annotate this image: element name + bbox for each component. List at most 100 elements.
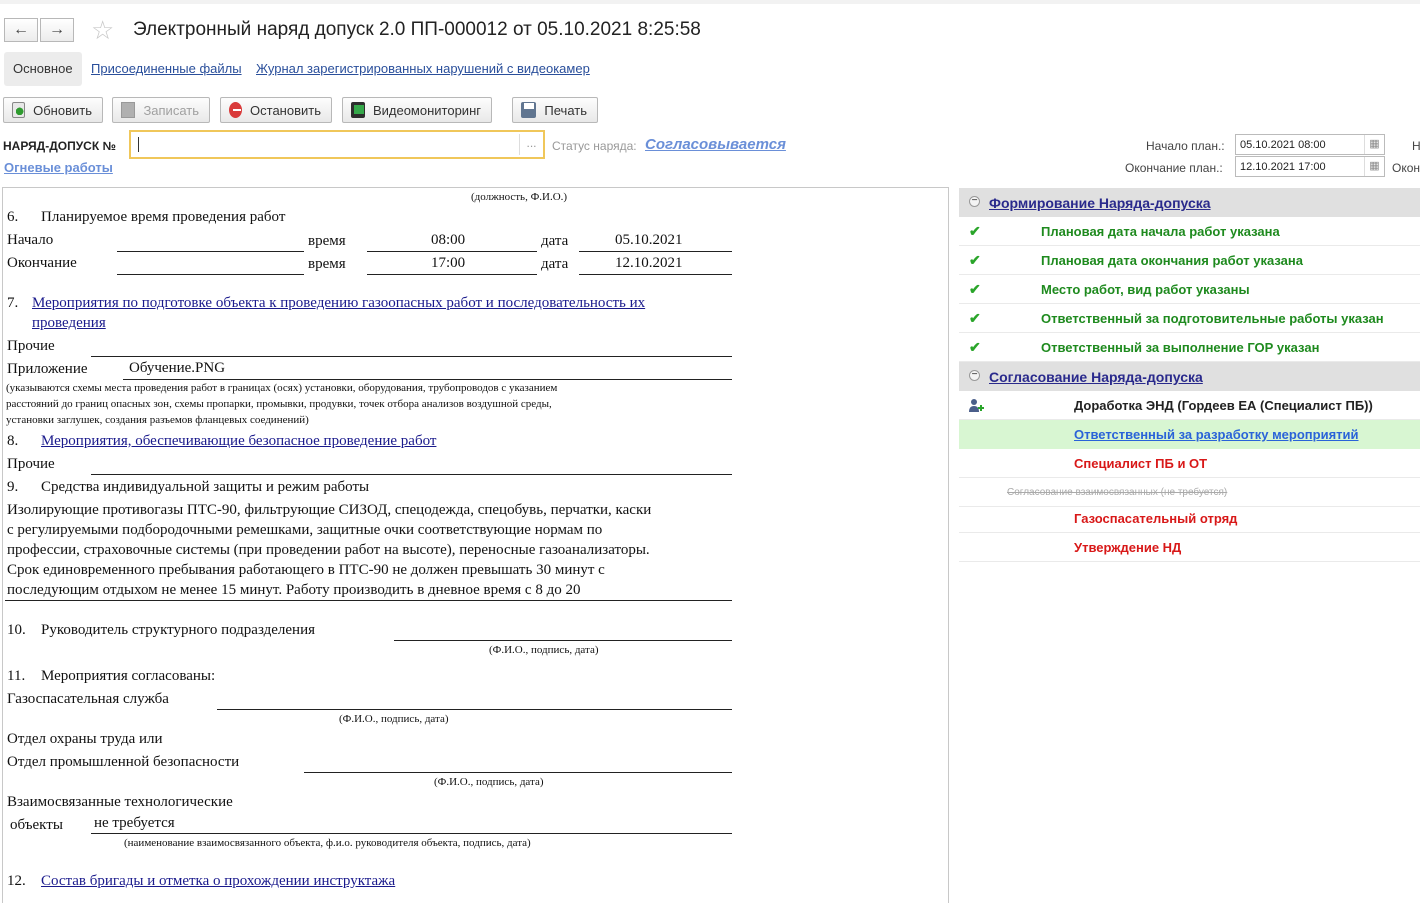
- step-responsible[interactable]: Ответственный за разработку мероприятий: [959, 420, 1420, 449]
- step-related-skipped: Согласование взаимосвязанных (не требует…: [959, 478, 1420, 507]
- workflow-panel: − Формирование Наряда-допуска ✔ Плановая…: [959, 187, 1420, 903]
- save-label: Записать: [143, 102, 199, 118]
- stop-icon: [229, 102, 243, 118]
- end-time-value: 17:00: [431, 255, 466, 271]
- arrow-left-icon: ←: [13, 21, 29, 38]
- print-label: Печать: [544, 102, 587, 118]
- permit-number-input[interactable]: ...: [129, 130, 545, 159]
- step-gas-rescue[interactable]: Газоспасательный отряд: [959, 504, 1420, 533]
- permit-document[interactable]: (должность, Ф.И.О.) 6. Планируемое время…: [2, 187, 949, 903]
- other-line-2: [91, 474, 732, 475]
- video-monitoring-button[interactable]: Видеомониторинг: [342, 97, 492, 123]
- other-label-2: Прочие: [7, 456, 55, 472]
- collapse-icon[interactable]: −: [969, 196, 980, 207]
- start-time-label: время: [308, 233, 346, 249]
- cut-label-1: Н: [1412, 139, 1420, 153]
- ppe-line-5: последующим отдыхом не менее 15 минут. Р…: [7, 582, 581, 598]
- status-value-link[interactable]: Согласовывается: [645, 136, 786, 153]
- select-button[interactable]: ...: [519, 134, 543, 155]
- end-time-label: время: [308, 256, 346, 272]
- calendar-icon[interactable]: ▦: [1364, 135, 1384, 154]
- group-approval[interactable]: − Согласование Наряда-допуска: [959, 362, 1420, 391]
- step-revision[interactable]: Доработка ЭНД (Гордеев ЕА (Специалист ПБ…: [959, 391, 1420, 420]
- step-gas-rescue-label: Газоспасательный отряд: [1074, 511, 1238, 526]
- group-approval-title[interactable]: Согласование Наряда-допуска: [989, 369, 1203, 385]
- title-bar: ← → ☆ Электронный наряд допуск 2.0 ПП-00…: [0, 10, 1420, 48]
- check-item: ✔ Ответственный за подготовительные рабо…: [959, 304, 1420, 333]
- fio-caption-labor: (Ф.И.О., подпись, дата): [434, 776, 544, 788]
- back-button[interactable]: ←: [4, 18, 38, 42]
- toolbar: Обновить Записать Остановить Видеомонито…: [0, 97, 1420, 123]
- ppe-line-4: Срок единовременного пребывания работающ…: [7, 562, 605, 578]
- video-icon: [351, 102, 365, 118]
- tab-violations-journal[interactable]: Журнал зарегистрированных нарушений с ви…: [256, 52, 590, 86]
- work-type-link[interactable]: Огневые работы: [4, 160, 113, 175]
- section-10-title: Руководитель структурного подразделения: [41, 622, 315, 638]
- section-9-title: Средства индивидуальной защиты и режим р…: [41, 479, 370, 495]
- related-objects-value: не требуется: [94, 815, 175, 831]
- step-responsible-link[interactable]: Ответственный за разработку мероприятий: [1074, 427, 1359, 442]
- fio-caption-10: (Ф.И.О., подпись, дата): [489, 644, 599, 656]
- gas-rescue-label: Газоспасательная служба: [7, 691, 169, 707]
- refresh-icon: [12, 102, 26, 118]
- group-formation[interactable]: − Формирование Наряда-допуска: [959, 188, 1420, 217]
- end-date-value: 12.10.2021: [615, 255, 683, 271]
- user-add-icon: [969, 399, 984, 412]
- start-label: Начало: [7, 232, 54, 248]
- gas-rescue-line: [217, 709, 732, 710]
- refresh-button[interactable]: Обновить: [3, 97, 103, 123]
- collapse-icon[interactable]: −: [969, 370, 980, 381]
- favorite-star-icon[interactable]: ☆: [91, 17, 114, 43]
- end-date-label: дата: [541, 256, 569, 272]
- step-approval-label: Утверждение НД: [1074, 540, 1182, 555]
- check-item-label: Место работ, вид работ указаны: [1041, 282, 1250, 297]
- save-button[interactable]: Записать: [112, 97, 210, 123]
- step-specialist-label: Специалист ПБ и ОТ: [1074, 456, 1208, 471]
- labor-safety-label-2: Отдел промышленной безопасности: [7, 754, 240, 770]
- ppe-line-2: с регулируемыми подбородочными ремешками…: [7, 522, 603, 538]
- check-item-label: Плановая дата начала работ указана: [1041, 224, 1280, 239]
- section-10-number: 10.: [7, 622, 26, 638]
- section-11-title: Мероприятия согласованы:: [41, 668, 216, 684]
- stop-label: Остановить: [250, 102, 321, 118]
- step-revision-label: Доработка ЭНД (Гордеев ЕА (Специалист ПБ…: [1074, 398, 1373, 413]
- group-formation-title[interactable]: Формирование Наряда-допуска: [989, 195, 1211, 211]
- step-specialist[interactable]: Специалист ПБ и ОТ: [959, 449, 1420, 478]
- step-approval[interactable]: Утверждение НД: [959, 533, 1420, 562]
- plan-start-label: Начало план.:: [1146, 139, 1225, 153]
- start-date-label: дата: [541, 233, 569, 249]
- ppe-line-1: Изолирующие противогазы ПТС-90, фильтрую…: [7, 502, 652, 518]
- fio-caption-gas: (Ф.И.О., подпись, дата): [339, 713, 449, 725]
- start-time-line: [367, 251, 537, 252]
- step-related-skipped-label: Согласование взаимосвязанных (не требует…: [1007, 487, 1228, 498]
- calendar-icon[interactable]: ▦: [1364, 157, 1384, 176]
- check-item-label: Ответственный за подготовительные работы…: [1041, 311, 1384, 326]
- print-button[interactable]: Печать: [512, 97, 598, 123]
- forward-button[interactable]: →: [40, 18, 74, 42]
- section-11-number: 11.: [7, 668, 26, 684]
- plan-start-field[interactable]: 05.10.2021 08:00 ▦: [1235, 134, 1385, 155]
- end-date-line: [579, 274, 732, 275]
- tab-attached-files[interactable]: Присоединенные файлы: [91, 52, 242, 86]
- plan-start-value: 05.10.2021 08:00: [1240, 139, 1326, 151]
- check-item-label: Плановая дата окончания работ указана: [1041, 253, 1303, 268]
- start-date-value: 05.10.2021: [615, 232, 683, 248]
- stop-button[interactable]: Остановить: [220, 97, 332, 123]
- section-8-link[interactable]: Мероприятия, обеспечивающие безопасное п…: [41, 433, 436, 450]
- section-7-link-continued[interactable]: проведения: [32, 315, 106, 332]
- plan-end-value: 12.10.2021 17:00: [1240, 161, 1326, 173]
- related-objects-caption: (наименование взаимосвязанного объекта, …: [124, 837, 531, 849]
- section-8-number: 8.: [7, 433, 19, 449]
- other-line: [91, 356, 732, 357]
- end-time-line: [367, 274, 537, 275]
- section-10-line: [394, 640, 732, 641]
- section-7-link[interactable]: Мероприятия по подготовке объекта к пров…: [32, 295, 645, 312]
- tab-main[interactable]: Основное: [4, 52, 82, 86]
- other-label: Прочие: [7, 338, 55, 354]
- check-item-label: Ответственный за выполнение ГОР указан: [1041, 340, 1320, 355]
- plan-end-field[interactable]: 12.10.2021 17:00 ▦: [1235, 156, 1385, 177]
- check-item: ✔ Плановая дата окончания работ указана: [959, 246, 1420, 275]
- section-12-link[interactable]: Состав бригады и отметка о прохождении и…: [41, 873, 395, 890]
- attachment-value[interactable]: Обучение.PNG: [129, 360, 225, 377]
- checkmark-icon: ✔: [969, 252, 981, 268]
